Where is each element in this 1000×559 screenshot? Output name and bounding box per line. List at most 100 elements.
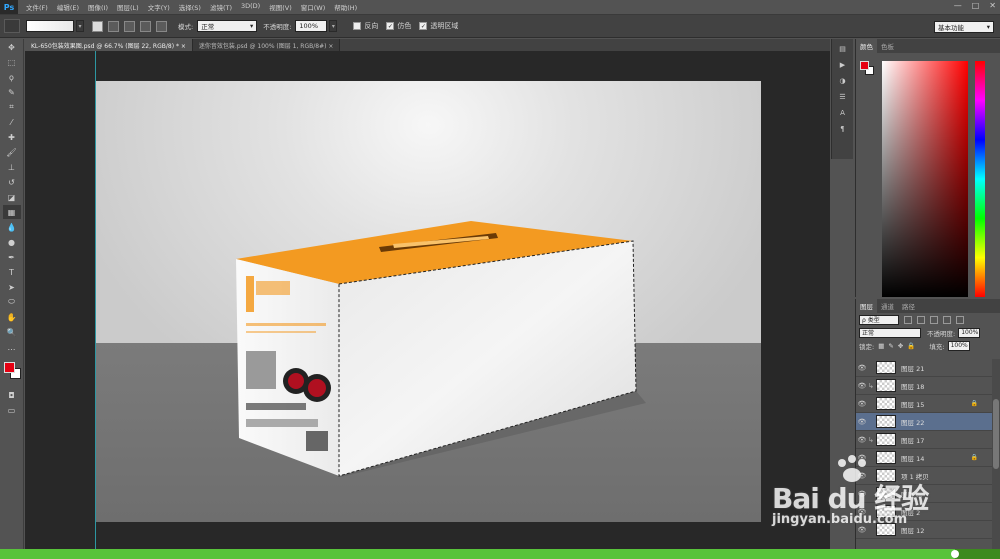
gradient-picker-caret[interactable]: ▾ [76,20,84,32]
close-icon[interactable]: × [181,43,186,50]
layer-thumbnail[interactable] [876,361,896,374]
video-progress-knob[interactable] [951,550,959,558]
fill-input[interactable]: 100% [947,340,970,351]
shape-tool-icon[interactable]: ⬭ [3,295,21,309]
angle-gradient-button[interactable] [124,20,135,32]
more-tools-icon[interactable]: … [3,340,21,354]
marquee-tool-icon[interactable]: ⬚ [3,55,21,69]
tab-layers[interactable]: 图层 [856,299,877,313]
hand-tool-icon[interactable]: ✋ [3,310,21,324]
layer-name[interactable]: 图层 18 [901,381,924,391]
move-tool-icon[interactable]: ✥ [3,40,21,54]
tab-paths[interactable]: 路径 [898,301,919,311]
layer-row[interactable]: 👁 图层 22 [856,413,992,431]
lock-transparent-icon[interactable]: ▦ [878,342,884,350]
tab-channels[interactable]: 通道 [877,301,898,311]
blend-mode-select[interactable]: 正常 [859,327,921,338]
video-progress-bar[interactable] [0,549,1000,559]
document-canvas[interactable] [96,81,761,522]
reverse-checkbox[interactable] [353,22,362,30]
menu-item-10[interactable]: 帮助(H) [334,2,357,12]
close-icon[interactable]: × [328,43,333,50]
dodge-tool-icon[interactable]: ● [3,235,21,249]
menu-item-7[interactable]: 3D(D) [241,2,260,12]
tab-document-2[interactable]: 迷你音效包装.psd @ 100% (图层 1, RGB/8#) × [192,39,341,51]
layer-name[interactable]: 图层 17 [901,435,924,445]
lasso-tool-icon[interactable]: ϙ [3,70,21,84]
adjustment-filter-icon[interactable] [917,315,925,324]
layer-thumbnail[interactable] [876,379,896,392]
pixel-filter-icon[interactable] [904,315,912,324]
paragraph-panel-icon[interactable]: ¶ [836,123,850,135]
history-panel-icon[interactable]: ▤ [836,43,850,55]
layer-filter-select[interactable]: ρ 类型 [859,314,899,325]
tab-swatches[interactable]: 色板 [877,41,898,51]
lock-all-icon[interactable]: 🔒 [907,342,915,350]
radial-gradient-button[interactable] [108,20,119,32]
eyedropper-tool-icon[interactable]: ⁄ [3,115,21,129]
healing-brush-tool-icon[interactable]: ✚ [3,130,21,144]
hue-slider[interactable] [975,61,985,297]
shape-filter-icon[interactable] [943,315,951,324]
pen-tool-icon[interactable]: ✒ [3,250,21,264]
foreground-color-swatch[interactable] [3,362,15,373]
menu-item-4[interactable]: 文字(Y) [148,2,170,12]
tab-document-1[interactable]: KL-650包装效果图.psd @ 66.7% (图层 22, RGB/8) *… [25,39,193,51]
layer-row[interactable]: 👁 ↳ 图层 17 [856,431,992,449]
zoom-tool-icon[interactable]: 🔍 [3,325,21,339]
layers-scrollbar-thumb[interactable] [993,399,999,469]
layer-thumbnail[interactable] [876,415,896,428]
foreground-color-chip[interactable] [860,61,869,70]
blur-tool-icon[interactable]: 💧 [3,220,21,234]
menu-item-2[interactable]: 图像(I) [88,2,108,12]
brush-tool-icon[interactable]: 🖌 [3,145,21,159]
tab-color[interactable]: 颜色 [856,39,877,53]
type-filter-icon[interactable] [930,315,938,324]
canvas-area[interactable] [25,51,830,549]
layer-opacity-input[interactable]: 100% [958,327,981,338]
dither-checkbox[interactable]: ✓ [386,22,395,30]
history-brush-tool-icon[interactable]: ↺ [3,175,21,189]
opacity-input[interactable]: 100% [295,20,328,32]
menu-item-1[interactable]: 编辑(E) [57,2,79,12]
close-button[interactable]: ✕ [989,1,996,10]
clone-stamp-tool-icon[interactable]: ⊥ [3,160,21,174]
menu-item-8[interactable]: 视图(V) [269,2,292,12]
layer-name[interactable]: 图层 15 [901,399,924,409]
properties-panel-icon[interactable]: ☰ [836,91,850,103]
lock-pixels-icon[interactable]: ✎ [888,342,893,350]
crop-tool-icon[interactable]: ⌗ [3,100,21,114]
screen-mode-icon[interactable]: ▭ [3,403,21,417]
type-tool-icon[interactable]: T [3,265,21,279]
quick-select-tool-icon[interactable]: ✎ [3,85,21,99]
visibility-eye-icon[interactable]: 👁 [856,400,868,408]
character-panel-icon[interactable]: A [836,107,850,119]
layer-thumbnail[interactable] [876,397,896,410]
smart-object-filter-icon[interactable] [956,315,964,324]
mode-select[interactable]: 正常 ▾ [197,20,258,32]
linear-gradient-button[interactable] [92,20,103,32]
restore-button[interactable]: □ [972,1,980,10]
reflected-gradient-button[interactable] [140,20,151,32]
layers-scrollbar[interactable] [992,359,1000,549]
workspace-select[interactable]: 基本功能 ▾ [934,21,994,33]
visibility-eye-icon[interactable]: 👁 [856,364,868,372]
menu-item-0[interactable]: 文件(F) [26,2,48,12]
lock-position-icon[interactable]: ✥ [898,342,903,350]
layer-name[interactable]: 图层 22 [901,417,924,427]
menu-item-9[interactable]: 窗口(W) [301,2,326,12]
transparency-checkbox[interactable]: ✓ [419,22,428,30]
visibility-eye-icon[interactable]: 👁 [856,436,868,444]
eraser-tool-icon[interactable]: ◪ [3,190,21,204]
quick-mask-icon[interactable]: ◘ [3,388,21,402]
color-picker-field[interactable] [882,61,968,297]
menu-item-3[interactable]: 图层(L) [117,2,139,12]
diamond-gradient-button[interactable] [156,20,167,32]
layer-name[interactable]: 图层 21 [901,363,924,373]
opacity-slider-caret[interactable]: ▾ [329,20,338,32]
adjustments-panel-icon[interactable]: ◑ [836,75,850,87]
tool-preset-picker[interactable] [4,19,20,33]
layer-row[interactable]: 👁 图层 21 [856,359,992,377]
layer-thumbnail[interactable] [876,433,896,446]
minimize-button[interactable]: — [954,1,962,10]
